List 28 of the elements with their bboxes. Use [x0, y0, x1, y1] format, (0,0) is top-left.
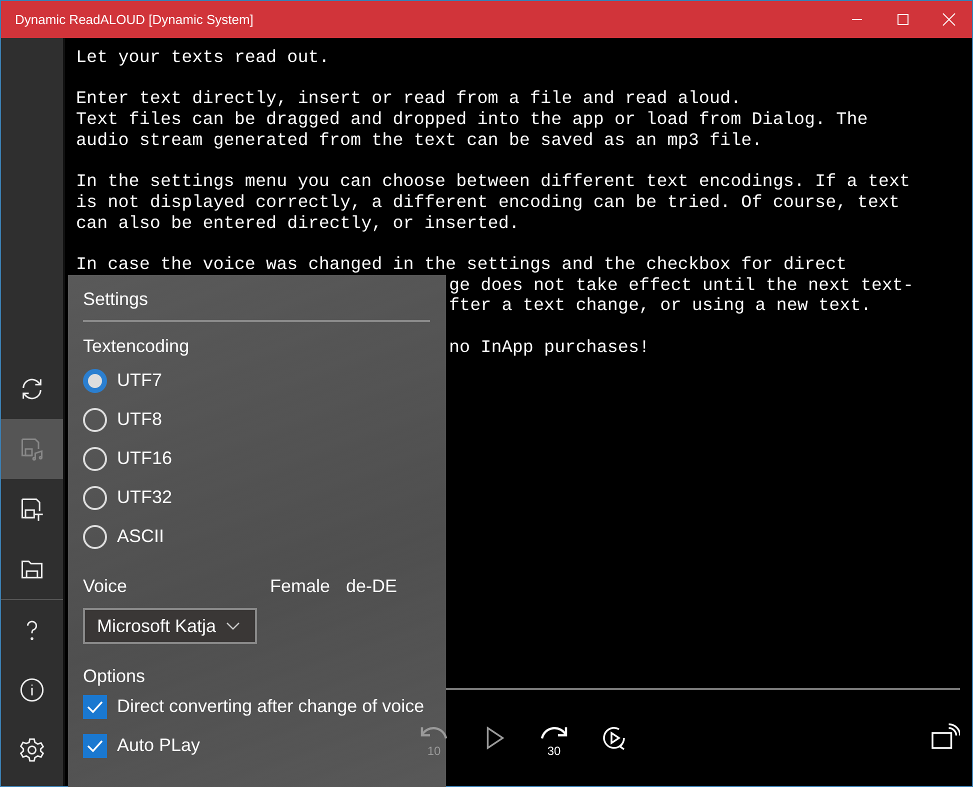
encoding-radio[interactable]: UTF8 — [83, 400, 431, 439]
panel-title: Settings — [83, 289, 150, 311]
section-label: Textencoding — [83, 336, 190, 357]
encoding-radio[interactable]: UTF7 — [83, 361, 431, 400]
save-text-icon[interactable] — [19, 496, 45, 522]
section-label: Voice — [83, 576, 128, 597]
section-label: Options — [83, 666, 146, 687]
window-title: Dynamic ReadALOUD [Dynamic System] — [14, 12, 254, 27]
forward-icon — [540, 724, 568, 740]
settings-icon[interactable] — [19, 737, 45, 763]
text-line: fter a text change, or using a new text. — [449, 296, 872, 316]
option-checkbox[interactable]: Direct converting after change of voice — [83, 687, 431, 726]
text-line: ge does not take effect until the next text- — [449, 276, 914, 296]
text-paragraph: Enter text directly, insert or read from a file and read aloud. Text files can be dragged and dropped into the app or load from Dialog. The audio stream generated from the text can be saved as an mp3 file. — [76, 89, 869, 152]
voice-gender: Female — [270, 576, 330, 597]
caret-icon — [226, 621, 240, 631]
encoding-radio[interactable]: UTF16 — [83, 439, 431, 478]
voice-dropdown[interactable]: Microsoft Katja — [83, 608, 257, 644]
info-icon[interactable] — [19, 677, 45, 703]
text-line: no InApp purchases! — [449, 338, 650, 358]
text-line: In case the voice was changed in the settings and the checkbox for direct — [76, 254, 847, 275]
text-paragraph: In the settings menu you can choose between different text encodings. If a text is not displayed correctly, a different encoding can be tried. Of course, text can also be entered directly, or inserted. — [76, 172, 912, 234]
encoding-radio[interactable]: ASCII — [83, 517, 431, 556]
replay-icon — [420, 724, 448, 740]
text-paragraph: Let your texts read out. — [76, 48, 330, 69]
encoding-radio[interactable]: UTF32 — [83, 478, 431, 517]
voice-locale: de-DE — [346, 576, 398, 597]
forward-button[interactable]: 30 — [539, 723, 569, 753]
